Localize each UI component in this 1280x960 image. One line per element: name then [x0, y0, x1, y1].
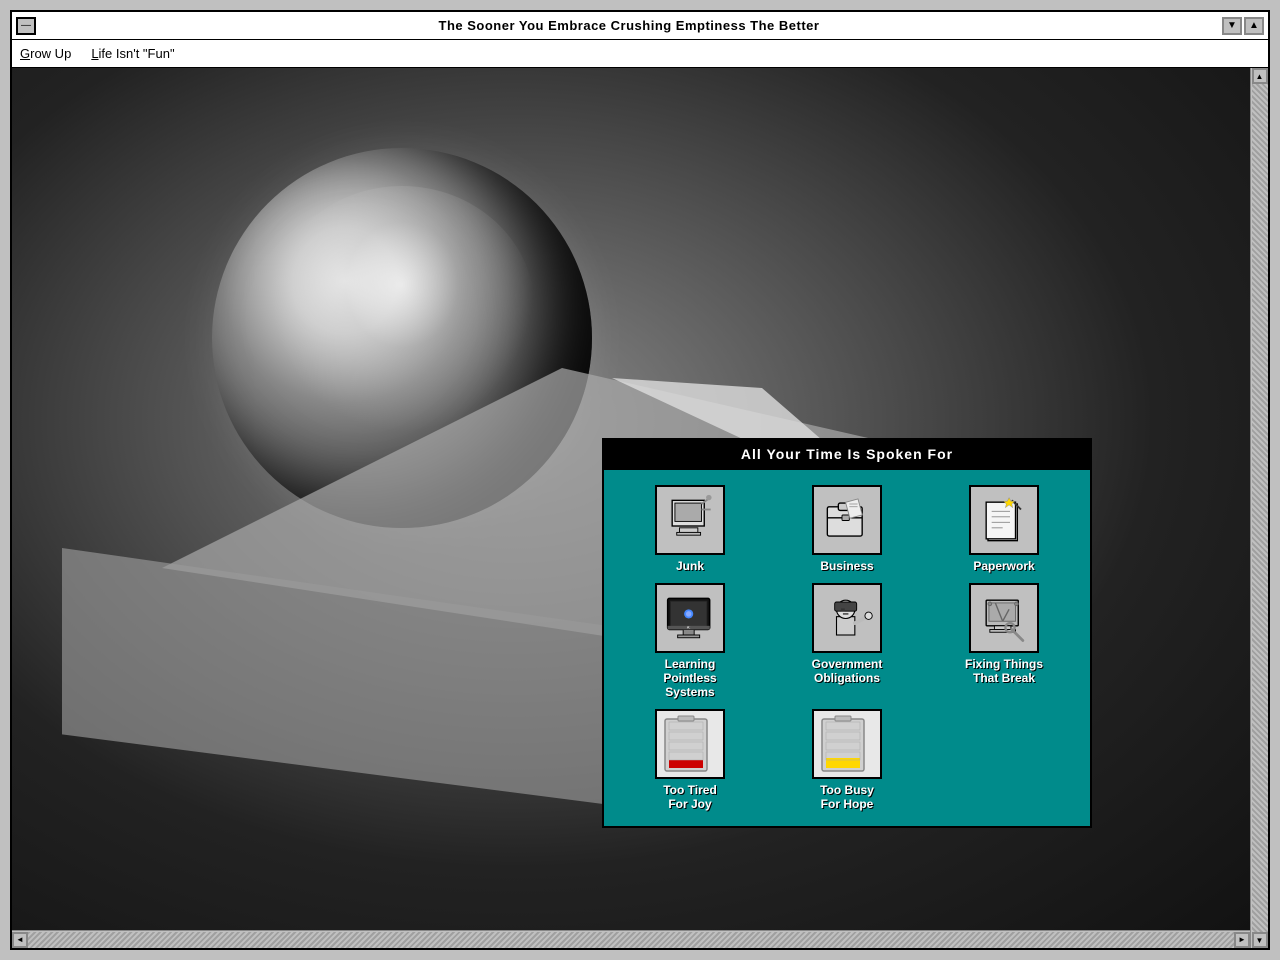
item-fixing[interactable]: Fixing ThingsThat Break [928, 583, 1080, 699]
menu-grow-up[interactable]: Grow Up [20, 46, 71, 61]
main-window: — The Sooner You Embrace Crushing Emptin… [10, 10, 1270, 950]
scrollbar-right: ▲ ▼ [1250, 68, 1268, 948]
paperwork-label: Paperwork [973, 559, 1034, 573]
title-scroll-up[interactable]: ▲ [1244, 17, 1264, 35]
dialog-window: All Your Time Is Spoken For [602, 438, 1092, 828]
item-learning[interactable]: A: LearningPointlessSystems [614, 583, 766, 699]
scroll-right-button[interactable]: ► [1234, 932, 1250, 948]
government-icon [812, 583, 882, 653]
scroll-track-bottom [28, 932, 1234, 948]
business-label: Business [820, 559, 873, 573]
too-busy-label: Too BusyFor Hope [820, 783, 874, 811]
content-area: ▲ ▼ ◄ ► All Your Time Is Spoken For [12, 68, 1268, 948]
learning-label: LearningPointlessSystems [663, 657, 716, 699]
dialog-content: Junk [604, 470, 1090, 826]
paperwork-icon [969, 485, 1039, 555]
title-scroll-down[interactable]: ▼ [1222, 17, 1242, 35]
scroll-left-button[interactable]: ◄ [12, 932, 28, 948]
fixing-label: Fixing ThingsThat Break [965, 657, 1043, 685]
item-junk[interactable]: Junk [614, 485, 766, 573]
scroll-track-right [1252, 84, 1268, 932]
government-label: GovernmentObligations [812, 657, 883, 685]
scroll-up-button[interactable]: ▲ [1252, 68, 1268, 84]
junk-label: Junk [676, 559, 704, 573]
too-tired-icon [655, 709, 725, 779]
item-paperwork[interactable]: Paperwork [928, 485, 1080, 573]
menu-life[interactable]: Life Isn't "Fun" [91, 46, 174, 61]
window-title: The Sooner You Embrace Crushing Emptines… [40, 18, 1218, 33]
scroll-down-button[interactable]: ▼ [1252, 932, 1268, 948]
svg-text:A:: A: [686, 625, 689, 629]
too-busy-icon [812, 709, 882, 779]
item-government[interactable]: GovernmentObligations [771, 583, 923, 699]
title-bar: — The Sooner You Embrace Crushing Emptin… [12, 12, 1268, 40]
item-too-busy[interactable]: Too BusyFor Hope [771, 709, 923, 811]
junk-icon [655, 485, 725, 555]
dialog-title: All Your Time Is Spoken For [604, 440, 1090, 470]
scrollbar-bottom: ◄ ► [12, 930, 1250, 948]
learning-icon: A: [655, 583, 725, 653]
close-button[interactable]: — [16, 17, 36, 35]
fixing-icon [969, 583, 1039, 653]
business-icon [812, 485, 882, 555]
item-business[interactable]: Business [771, 485, 923, 573]
item-too-tired[interactable]: Too TiredFor Joy [614, 709, 766, 811]
too-tired-label: Too TiredFor Joy [663, 783, 717, 811]
menu-bar: Grow Up Life Isn't "Fun" [12, 40, 1268, 68]
